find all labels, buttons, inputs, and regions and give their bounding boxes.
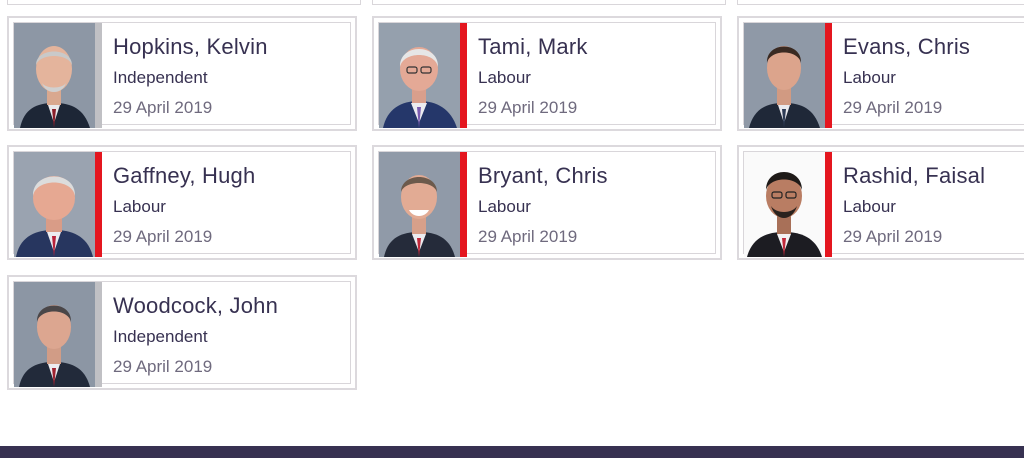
party-color-bar: [460, 23, 467, 128]
member-name[interactable]: Hopkins, Kelvin: [113, 34, 268, 60]
previous-card-edge: [737, 0, 1024, 5]
member-card[interactable]: Gaffney, Hugh Labour 29 April 2019: [7, 145, 357, 260]
member-photo: [14, 152, 95, 257]
member-name[interactable]: Tami, Mark: [478, 34, 588, 60]
member-card[interactable]: Bryant, Chris Labour 29 April 2019: [372, 145, 722, 260]
member-party: Labour: [843, 197, 896, 216]
member-card[interactable]: Rashid, Faisal Labour 29 April 2019: [737, 145, 1024, 260]
member-date: 29 April 2019: [113, 227, 213, 246]
party-color-bar: [825, 23, 832, 128]
member-card[interactable]: Woodcock, John Independent 29 April 2019: [7, 275, 357, 390]
member-photo: [14, 23, 95, 128]
member-date: 29 April 2019: [478, 98, 578, 117]
member-date: 29 April 2019: [478, 227, 578, 246]
member-card[interactable]: Tami, Mark Labour 29 April 2019: [372, 16, 722, 131]
member-date: 29 April 2019: [843, 227, 943, 246]
member-party: Labour: [113, 197, 166, 216]
previous-card-edge: [372, 0, 726, 5]
member-photo: [379, 23, 460, 128]
member-card[interactable]: Evans, Chris Labour 29 April 2019: [737, 16, 1024, 131]
party-color-bar: [95, 23, 102, 128]
member-party: Independent: [113, 327, 208, 346]
member-party: Labour: [843, 68, 896, 87]
member-date: 29 April 2019: [843, 98, 943, 117]
member-photo: [379, 152, 460, 257]
member-name[interactable]: Rashid, Faisal: [843, 163, 985, 189]
party-color-bar: [95, 152, 102, 257]
party-color-bar: [825, 152, 832, 257]
member-photo: [744, 152, 825, 257]
member-party: Labour: [478, 197, 531, 216]
member-photo: [744, 23, 825, 128]
member-party: Independent: [113, 68, 208, 87]
member-card[interactable]: Hopkins, Kelvin Independent 29 April 201…: [7, 16, 357, 131]
member-party: Labour: [478, 68, 531, 87]
previous-card-edge: [7, 0, 361, 5]
page-footer: [0, 446, 1024, 458]
member-name[interactable]: Bryant, Chris: [478, 163, 608, 189]
party-color-bar: [95, 282, 102, 387]
member-name[interactable]: Woodcock, John: [113, 293, 278, 319]
member-photo: [14, 282, 95, 387]
member-date: 29 April 2019: [113, 98, 213, 117]
member-date: 29 April 2019: [113, 357, 213, 376]
party-color-bar: [460, 152, 467, 257]
member-name[interactable]: Gaffney, Hugh: [113, 163, 255, 189]
member-name[interactable]: Evans, Chris: [843, 34, 970, 60]
